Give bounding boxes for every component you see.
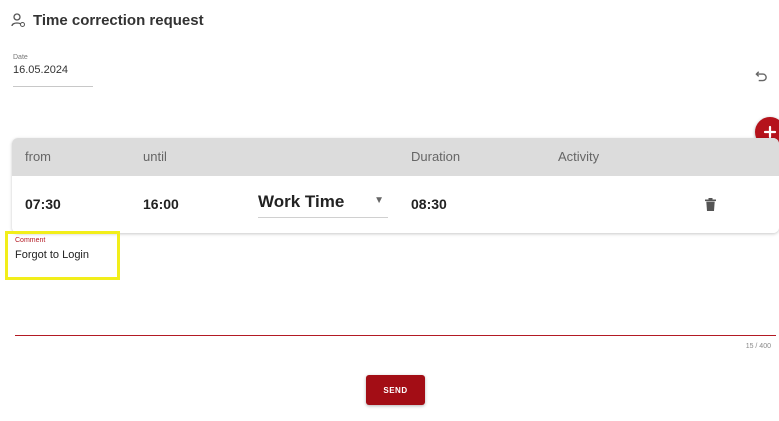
chevron-down-icon: ▼ xyxy=(374,195,384,206)
date-field[interactable]: Date 16.05.2024 xyxy=(13,53,93,87)
comment-field[interactable]: Comment Forgot to Login xyxy=(15,236,776,336)
undo-icon xyxy=(754,70,767,81)
page-title: Time correction request xyxy=(33,11,204,29)
column-header-from: from xyxy=(25,149,51,164)
activity-type-value: Work Time xyxy=(258,192,345,211)
comment-input[interactable]: Forgot to Login xyxy=(15,248,776,328)
table-row: 07:30 16:00 Work Time ▼ 08:30 xyxy=(12,176,779,233)
trash-icon xyxy=(704,197,716,211)
undo-button[interactable] xyxy=(752,66,770,84)
page-header: Time correction request xyxy=(11,10,204,30)
comment-label: Comment xyxy=(15,237,46,244)
comment-character-counter: 15 / 400 xyxy=(745,343,771,350)
column-header-activity: Activity xyxy=(558,149,600,164)
send-button[interactable]: SEND xyxy=(366,375,425,405)
date-label: Date xyxy=(13,54,28,61)
column-header-until: until xyxy=(143,149,167,164)
duration-value: 08:30 xyxy=(411,196,447,212)
plus-icon xyxy=(763,125,777,139)
column-header-duration: Duration xyxy=(411,149,461,164)
from-time[interactable]: 07:30 xyxy=(25,176,61,233)
date-value[interactable]: 16.05.2024 xyxy=(13,64,93,76)
delete-entry-button[interactable] xyxy=(702,195,718,213)
table-header: from until Duration Activity xyxy=(12,138,779,176)
time-entries-table: from until Duration Activity 07:30 16:00… xyxy=(12,138,779,233)
person-clock-icon xyxy=(11,12,25,28)
until-time[interactable]: 16:00 xyxy=(143,176,179,233)
activity-type-select[interactable]: Work Time ▼ xyxy=(258,190,388,218)
time-correction-page: Time correction request Date 16.05.2024 … xyxy=(0,0,779,421)
